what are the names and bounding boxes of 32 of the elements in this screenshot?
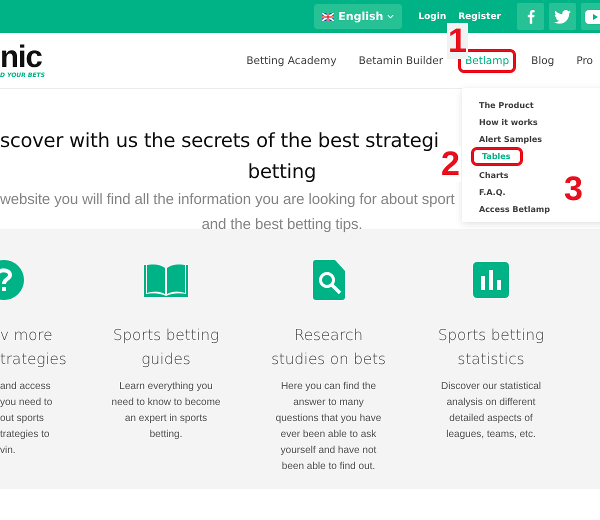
twitter-icon	[554, 10, 571, 24]
play-icon	[584, 10, 600, 24]
hero-subtitle: website you will find all the information you are looking for about sport and the best betting tips.	[0, 190, 456, 235]
hero-heading: scover with us the secrets of the best strategi betting	[0, 128, 436, 185]
menu-item[interactable]: Charts	[462, 167, 508, 184]
logo-text: nic	[0, 42, 42, 72]
book-icon	[144, 263, 188, 297]
facebook-icon	[526, 9, 534, 24]
menu-item[interactable]: How it works	[462, 114, 538, 131]
menu-item[interactable]: F.A.Q.	[462, 184, 506, 201]
menu-item[interactable]: Access Betlamp	[462, 201, 550, 218]
chevron-icon	[387, 14, 394, 19]
nav-link[interactable]: Pro	[569, 48, 600, 72]
feature-description: and access you need to out sports trategies to vin.	[0, 380, 52, 458]
feature-description: Learn everything you need to know to become an expert in sports betting.	[112, 380, 220, 442]
menu-item[interactable]: Alert Samples	[462, 131, 542, 148]
menu-item[interactable]: The Product	[462, 97, 534, 114]
feature-title: Research studies on bets	[271, 325, 386, 370]
feature-description: Discover our statistical analysis on different detailed aspects of leagues, teams, etc.	[440, 380, 542, 442]
twitter-button[interactable]	[549, 3, 576, 30]
nav-link[interactable]: Betting Academy	[239, 48, 344, 72]
flag-icon	[322, 12, 334, 20]
annotation-number: 1	[447, 23, 468, 59]
bar-chart-icon	[473, 262, 509, 298]
feature-title: v more trategies	[0, 325, 67, 370]
feature-title: Sports betting statistics	[438, 325, 544, 370]
document-search-icon	[312, 260, 344, 300]
nav-link[interactable]: Blog	[524, 48, 562, 72]
feature-description: Here you can find the answer to many questions that you have ever been able to ask yourself and have not been able to find out.	[276, 380, 382, 474]
youtube-button[interactable]	[581, 3, 600, 30]
facebook-button[interactable]	[517, 3, 544, 30]
feature-title: Sports betting guides	[112, 325, 220, 370]
